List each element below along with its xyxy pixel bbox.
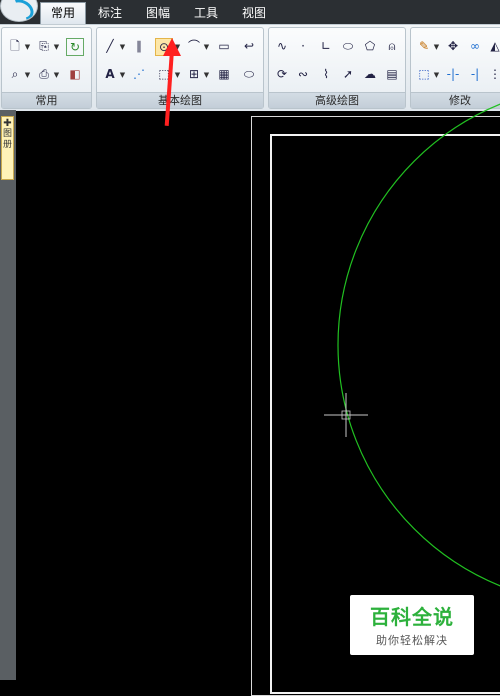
drawing-canvas[interactable]: [0, 0, 500, 680]
watermark: 百科全说 助你轻松解决: [350, 595, 474, 655]
drawn-circle: [337, 103, 500, 587]
watermark-subtitle: 助你轻松解决: [376, 634, 448, 647]
watermark-title: 百科全说: [370, 605, 454, 629]
